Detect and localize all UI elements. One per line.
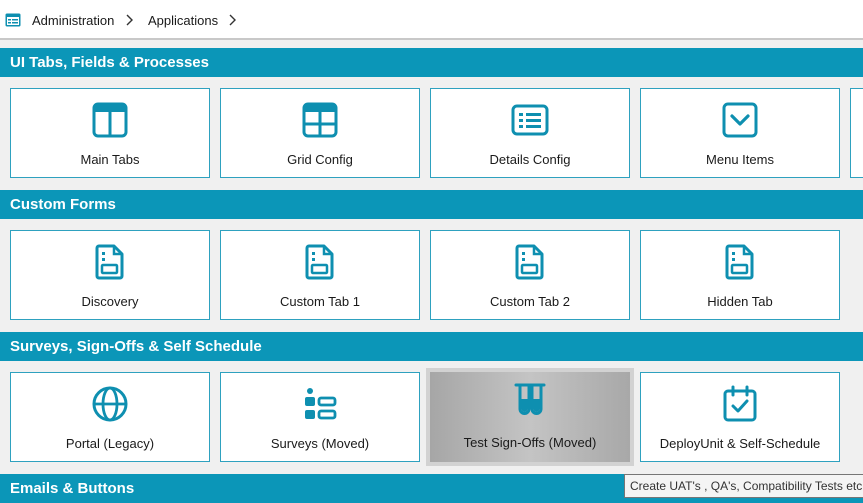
tile-main-tabs[interactable]: Main Tabs	[10, 88, 210, 178]
tile-hidden-tab[interactable]: Hidden Tab	[640, 230, 840, 320]
tile-custom-tab-2[interactable]: Custom Tab 2	[430, 230, 630, 320]
survey-list-icon	[305, 388, 337, 420]
tile-partial[interactable]	[850, 88, 863, 178]
tile-test-sign-offs-moved[interactable]: Test Sign-Offs (Moved)	[426, 368, 634, 466]
tile-label: Portal (Legacy)	[65, 436, 155, 451]
tile-label: Hidden Tab	[707, 294, 773, 309]
breadcrumb-item-administration[interactable]: Administration	[32, 13, 114, 29]
tile-custom-tab-1[interactable]: Custom Tab 1	[220, 230, 420, 320]
form-document-icon	[725, 244, 754, 280]
breadcrumb-item-applications[interactable]: Applications	[148, 13, 218, 29]
tile-deployunit-self-schedule[interactable]: DeployUnit & Self-Schedule	[640, 372, 840, 462]
section-header-ui-tabs: UI Tabs, Fields & Processes	[0, 48, 863, 77]
tile-label: Test Sign-Offs (Moved)	[463, 435, 597, 450]
tile-label: Discovery	[81, 294, 139, 309]
columns-icon	[92, 102, 128, 138]
chevron-right-icon	[126, 14, 133, 26]
tile-label: Custom Tab 1	[280, 294, 360, 309]
globe-icon	[92, 386, 128, 422]
list-icon	[511, 104, 549, 136]
tile-label: Menu Items	[706, 152, 774, 167]
tile-details-config[interactable]: Details Config	[430, 88, 630, 178]
tooltip: Create UAT's , QA's, Compatibility Tests…	[624, 474, 863, 498]
form-document-icon	[95, 244, 124, 280]
tile-discovery[interactable]: Discovery	[10, 230, 210, 320]
grid-icon	[302, 102, 338, 138]
tile-menu-items[interactable]: Menu Items	[640, 88, 840, 178]
dropdown-icon	[722, 102, 758, 138]
chevron-right-icon	[229, 14, 236, 26]
tile-label: Main Tabs	[80, 152, 140, 167]
tile-grid-config[interactable]: Grid Config	[220, 88, 420, 178]
form-document-icon	[515, 244, 544, 280]
breadcrumb: Administration Applications	[0, 0, 863, 40]
section-header-surveys: Surveys, Sign-Offs & Self Schedule	[0, 332, 863, 361]
app-window-icon	[5, 13, 21, 27]
tile-portal-legacy[interactable]: Portal (Legacy)	[10, 372, 210, 462]
tile-label: Surveys (Moved)	[270, 436, 370, 451]
test-tubes-icon	[514, 383, 546, 415]
section-header-custom-forms: Custom Forms	[0, 190, 863, 219]
calendar-check-icon	[723, 385, 757, 422]
tile-label: Custom Tab 2	[490, 294, 570, 309]
tile-surveys-moved[interactable]: Surveys (Moved)	[220, 372, 420, 462]
tile-label: Grid Config	[287, 152, 353, 167]
tile-label: Details Config	[489, 152, 571, 167]
form-document-icon	[305, 244, 334, 280]
tile-label: DeployUnit & Self-Schedule	[659, 436, 821, 451]
